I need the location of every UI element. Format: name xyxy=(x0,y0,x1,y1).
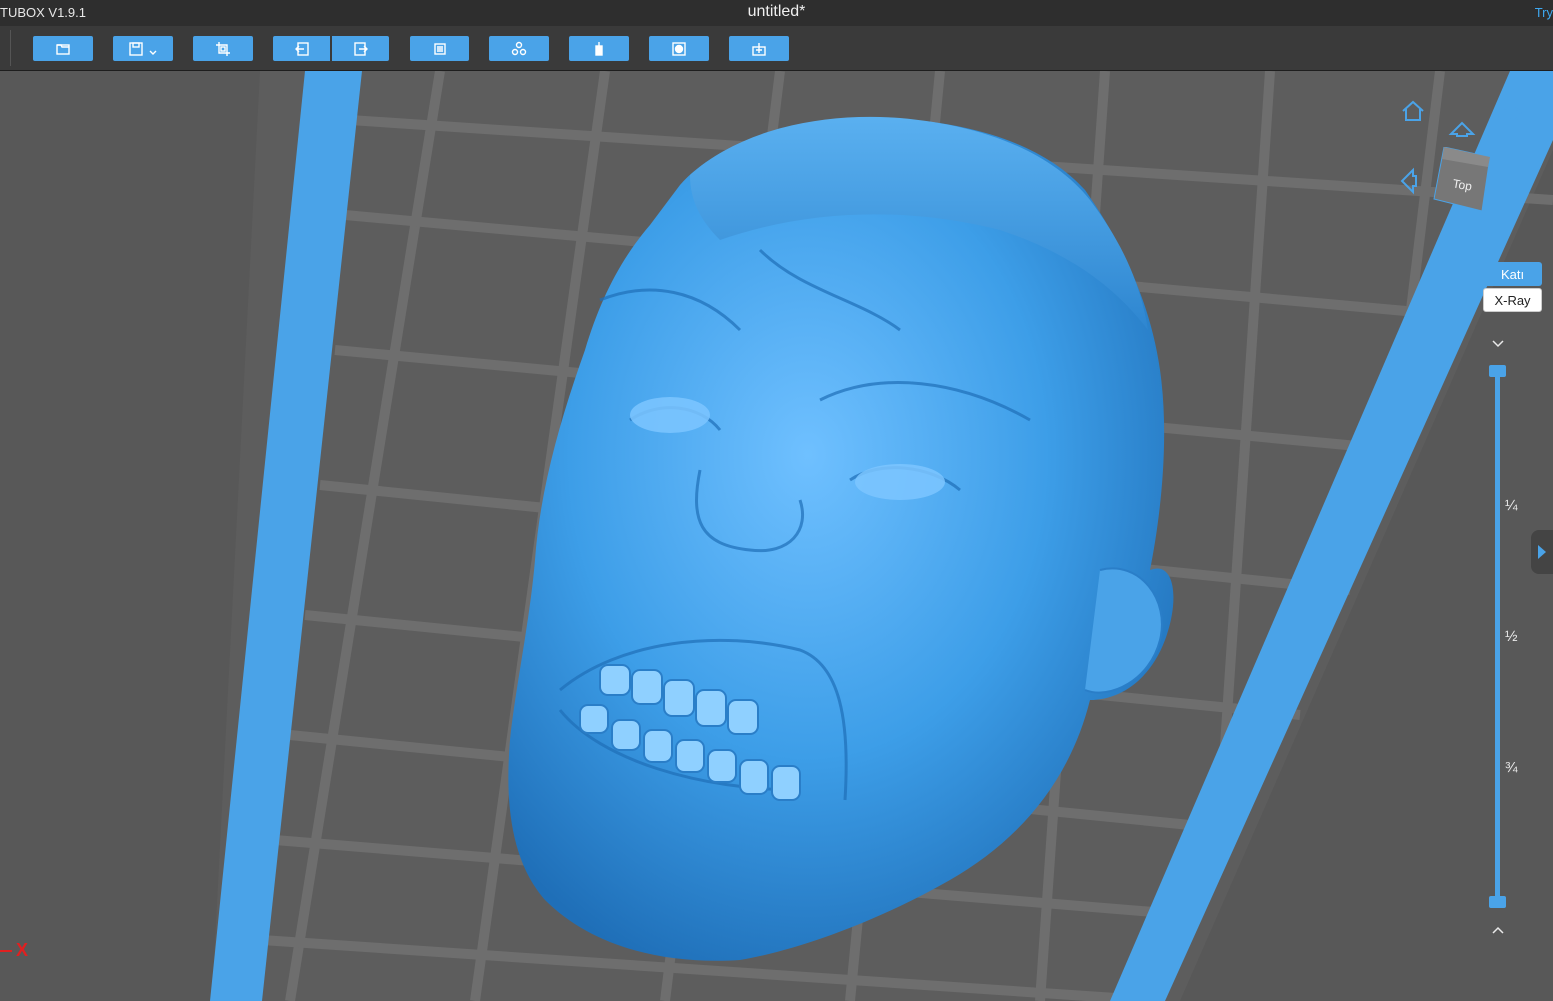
slider-mark-three-quarter: ¾ xyxy=(1505,759,1518,776)
save-icon xyxy=(129,41,143,56)
home-icon[interactable] xyxy=(1400,99,1426,123)
chevron-down-icon xyxy=(149,50,157,55)
layers-button[interactable] xyxy=(410,36,469,61)
rotate-left-icon[interactable] xyxy=(1398,167,1418,195)
toolbar xyxy=(0,26,1553,71)
3d-viewport[interactable]: X Top Katı X-Ray ¼ ½ ¾ xyxy=(0,71,1553,1001)
import-button[interactable] xyxy=(273,36,330,61)
solid-mode-button[interactable]: Katı xyxy=(1483,262,1542,286)
add-model-icon xyxy=(752,42,766,56)
slider-bottom-handle[interactable] xyxy=(1489,896,1506,908)
open-folder-button[interactable] xyxy=(33,36,93,61)
rotate-right-icon[interactable] xyxy=(1504,167,1524,195)
eye-icon[interactable] xyxy=(1497,105,1523,123)
xray-mode-button[interactable]: X-Ray xyxy=(1483,288,1542,312)
slider-mark-half: ½ xyxy=(1505,628,1518,645)
support-icon xyxy=(595,41,603,56)
document-title: untitled* xyxy=(747,3,806,20)
view-cube[interactable]: Top xyxy=(1432,147,1492,211)
chevron-up-icon[interactable] xyxy=(1490,924,1506,936)
rotate-up-icon[interactable] xyxy=(1448,119,1476,137)
slider-mark-quarter: ¼ xyxy=(1505,497,1518,514)
title-bar: TUBOX V1.9.1 untitled* Try xyxy=(0,0,1553,26)
support-button[interactable] xyxy=(569,36,629,61)
layers-icon xyxy=(433,42,446,55)
arrange-icon xyxy=(511,41,527,55)
chevron-down-icon[interactable] xyxy=(1490,338,1506,350)
rotate-down-icon[interactable] xyxy=(1448,221,1476,239)
slider-top-handle[interactable] xyxy=(1489,365,1506,377)
export-button[interactable] xyxy=(332,36,389,61)
toolbar-separator xyxy=(10,30,11,66)
render-button[interactable] xyxy=(649,36,709,61)
layer-slider-track[interactable] xyxy=(1495,370,1500,902)
x-axis-label: X xyxy=(16,940,29,960)
side-panel-toggle[interactable] xyxy=(1531,530,1553,574)
try-link[interactable]: Try xyxy=(1535,5,1553,20)
scene-canvas xyxy=(210,71,1553,1001)
add-model-button[interactable] xyxy=(729,36,789,61)
arrange-button[interactable] xyxy=(489,36,549,61)
chevron-right-icon xyxy=(1538,545,1546,559)
import-icon xyxy=(294,41,309,56)
folder-icon xyxy=(56,43,70,55)
crop-select-button[interactable] xyxy=(193,36,253,61)
crop-icon xyxy=(216,41,230,56)
render-icon xyxy=(672,41,686,56)
export-icon xyxy=(353,41,368,56)
save-button[interactable] xyxy=(113,36,173,61)
x-axis-line xyxy=(0,950,12,952)
